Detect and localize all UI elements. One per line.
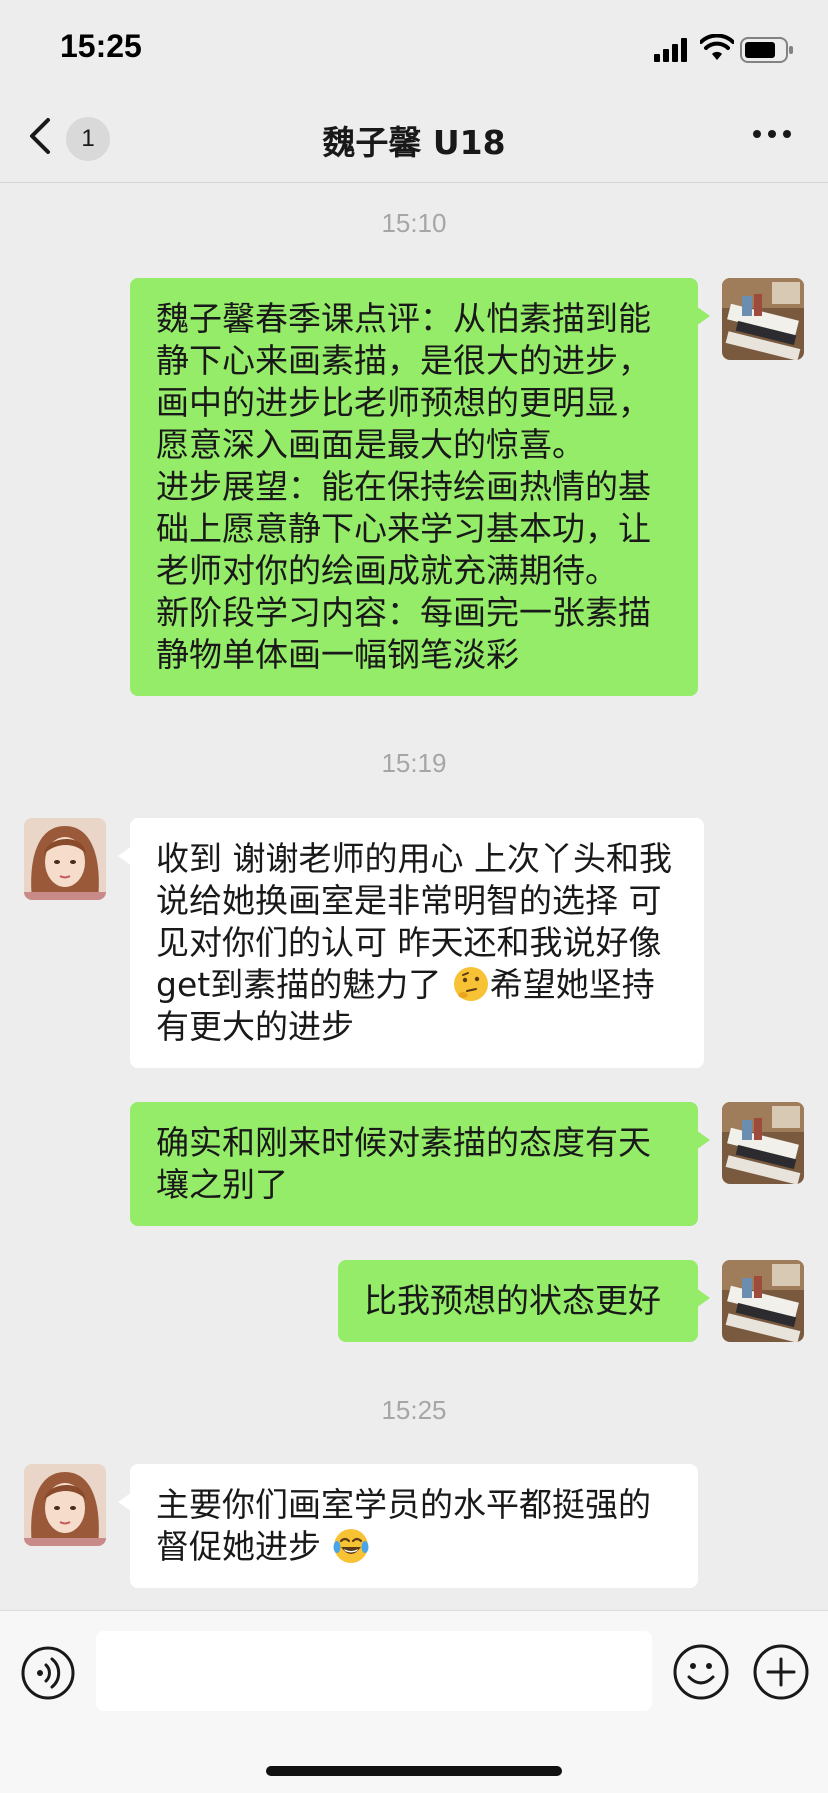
more-dots-icon[interactable] bbox=[752, 128, 792, 140]
contact-avatar[interactable] bbox=[24, 818, 106, 900]
wifi-icon bbox=[700, 34, 734, 60]
cellular-signal-icon bbox=[654, 38, 687, 62]
chat-title: 魏子馨 U18 bbox=[322, 123, 506, 162]
tears-of-joy-emoji bbox=[333, 1529, 368, 1563]
message-bubble-outgoing[interactable]: 魏子馨春季课点评：从怕素描到能静下心来画素描，是很大的进步，画中的进步比老师预想… bbox=[130, 278, 710, 696]
plus-icon[interactable] bbox=[752, 1643, 810, 1701]
message-timestamp: 15:19 bbox=[381, 748, 447, 778]
home-indicator[interactable] bbox=[266, 1766, 562, 1776]
battery-icon bbox=[740, 37, 793, 63]
message-bubble-outgoing[interactable]: 确实和刚来时候对素描的态度有天壤之别了 bbox=[130, 1102, 710, 1226]
chat-header: 1 魏子馨 U18 bbox=[0, 88, 828, 183]
my-avatar[interactable] bbox=[722, 278, 804, 360]
message-input[interactable] bbox=[96, 1631, 652, 1711]
message-timestamp: 15:10 bbox=[381, 208, 447, 238]
emoji-face-icon[interactable] bbox=[672, 1643, 730, 1701]
message-timestamp: 15:25 bbox=[381, 1395, 447, 1425]
message-bubble-outgoing[interactable]: 比我预想的状态更好 bbox=[338, 1260, 710, 1342]
my-avatar[interactable] bbox=[722, 1102, 804, 1184]
message-text: 主要你们画室学员的水平都挺强的 督促她进步 bbox=[156, 1485, 662, 1566]
message-bubble-incoming[interactable]: 收到 谢谢老师的用心 上次丫头和我说给她换画室是非常明智的选择 可见对你们的认可… bbox=[118, 818, 704, 1068]
status-bar: 15:25 bbox=[0, 0, 828, 88]
contact-avatar[interactable] bbox=[24, 1464, 106, 1546]
status-time: 15:25 bbox=[60, 28, 142, 64]
voice-icon[interactable] bbox=[20, 1645, 76, 1701]
my-avatar[interactable] bbox=[722, 1260, 804, 1342]
message-bubble-incoming[interactable]: 主要你们画室学员的水平都挺强的 督促她进步 bbox=[118, 1464, 698, 1588]
thinking-face-emoji bbox=[453, 967, 488, 1001]
